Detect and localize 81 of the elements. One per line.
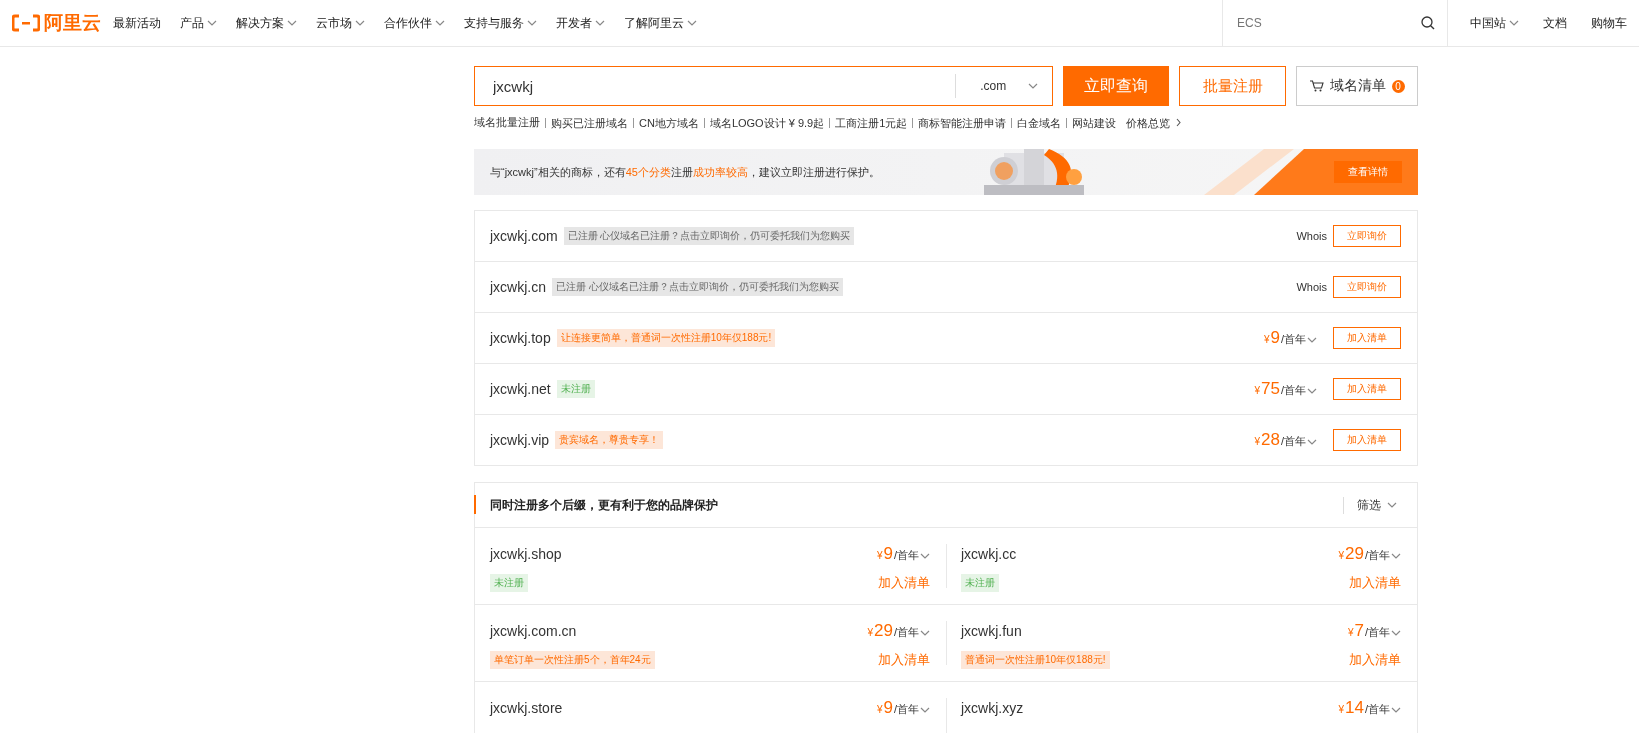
whois-link[interactable]: Whois (1296, 230, 1327, 242)
status-tag: 未注册 (556, 380, 595, 398)
quick-link[interactable]: 网站建设 (1066, 117, 1117, 128)
quick-link[interactable]: CN地方域名 (633, 117, 699, 128)
quick-link[interactable]: 工商注册1元起 (829, 117, 908, 128)
price-dropdown[interactable]: ¥29/首年 (1338, 544, 1401, 564)
domain-name: jxcwkj.net (490, 381, 551, 397)
chevron-down-icon (527, 20, 537, 26)
domain-name: jxcwkj.fun (961, 623, 1022, 639)
domain-name: jxcwkj.xyz (961, 700, 1024, 716)
chevron-down-icon (687, 20, 697, 26)
domain-name: jxcwkj.top (490, 330, 551, 346)
chevron-down-icon (1307, 337, 1317, 343)
price-dropdown[interactable]: ¥28/首年 (1254, 430, 1317, 450)
status-tag: 已注册 心仪域名已注册？点击立即询价，仍可委托我们为您购买 (563, 227, 855, 245)
search-icon[interactable] (1421, 16, 1435, 30)
chevron-right-icon (1176, 118, 1182, 127)
domain-name: jxcwkj.com (490, 228, 558, 244)
section-title: 同时注册多个后缀，更有利于您的品牌保护 (490, 496, 718, 514)
status-tag: 未注册 (490, 574, 528, 592)
chevron-down-icon (207, 20, 217, 26)
logo-icon (12, 14, 40, 32)
chevron-down-icon (1391, 707, 1401, 713)
price-dropdown[interactable]: ¥9/首年 (1263, 328, 1317, 348)
header-link[interactable]: 文档 (1543, 14, 1567, 32)
quick-link[interactable]: 购买已注册域名 (545, 117, 628, 128)
price-dropdown[interactable]: ¥29/首年 (867, 621, 930, 641)
quick-link[interactable]: 域名LOGO设计 ¥ 9.9起 (703, 117, 825, 128)
suffix-dropdown[interactable]: .com (955, 74, 1053, 98)
status-tag: 已注册 心仪域名已注册？点击立即询价，仍可委托我们为您购买 (552, 278, 843, 296)
domain-name: jxcwkj.cn (490, 279, 546, 295)
chevron-down-icon (287, 20, 297, 26)
status-tag: 未注册 (961, 574, 999, 592)
quick-link[interactable]: 白金域名 (1011, 117, 1062, 128)
quick-link[interactable]: 商标智能注册申请 (912, 117, 1007, 128)
chevron-down-icon (435, 20, 445, 26)
status-tag: 让连接更简单，普通词一次性注册10年仅188元! (556, 329, 776, 347)
chevron-down-icon (355, 20, 365, 26)
domain-name: jxcwkj.com.cn (490, 623, 577, 639)
nav-item[interactable]: 支持与服务 (464, 14, 537, 32)
price-dropdown[interactable]: ¥9/首年 (876, 698, 930, 718)
header-link[interactable]: 中国站 (1470, 14, 1519, 32)
price-dropdown[interactable]: ¥9/首年 (876, 544, 930, 564)
chevron-down-icon (1391, 553, 1401, 559)
nav-item[interactable]: 解决方案 (236, 14, 297, 32)
domain-name: jxcwkj.vip (490, 432, 550, 448)
nav-item[interactable]: 了解阿里云 (624, 14, 697, 32)
chevron-down-icon (920, 553, 930, 559)
status-tag: 单笔订单一次性注册5个，首年24元 (490, 651, 655, 669)
chevron-down-icon (1387, 502, 1397, 508)
cart-icon (1309, 80, 1324, 92)
chevron-down-icon (1028, 83, 1039, 89)
nav-item[interactable]: 最新活动 (113, 14, 161, 32)
chevron-down-icon (1509, 20, 1519, 26)
banner-text: 与“jxcwkj”相关的商标，还有45个分类注册成功率较高，建议立即注册进行保护。 (490, 164, 880, 180)
chevron-down-icon (1391, 630, 1401, 636)
status-tag: 普通词一次性注册10年仅188元! (961, 651, 1110, 669)
nav-item[interactable]: 合作伙伴 (384, 14, 445, 32)
nav-item[interactable]: 产品 (180, 14, 217, 32)
price-dropdown[interactable]: ¥7/首年 (1347, 621, 1401, 641)
quick-link[interactable]: 域名批量注册 (474, 115, 540, 130)
chevron-down-icon (1307, 439, 1317, 445)
chevron-down-icon (1307, 388, 1317, 394)
price-dropdown[interactable]: ¥75/首年 (1254, 379, 1317, 399)
domain-list-button[interactable]: 域名清单 0 (1296, 66, 1418, 106)
nav-item[interactable]: 开发者 (556, 14, 605, 32)
domain-name: jxcwkj.shop (490, 546, 562, 562)
domain-name: jxcwkj.cc (961, 546, 1017, 562)
chevron-down-icon (920, 707, 930, 713)
header-link[interactable]: 购物车 (1591, 14, 1627, 32)
chevron-down-icon (920, 630, 930, 636)
whois-link[interactable]: Whois (1296, 281, 1327, 293)
filter-dropdown[interactable]: 筛选 (1343, 496, 1397, 514)
status-tag: 贵宾域名，尊贵专享！ (555, 431, 664, 449)
domain-search-field[interactable]: jxcwkj .com (474, 66, 1054, 106)
price-dropdown[interactable]: ¥14/首年 (1338, 698, 1401, 718)
nav-item[interactable]: 云市场 (316, 14, 365, 32)
price-overview-link[interactable]: 价格总览 (1121, 117, 1182, 128)
count-badge: 0 (1391, 79, 1405, 93)
domain-name: jxcwkj.store (490, 700, 563, 716)
chevron-down-icon (595, 20, 605, 26)
